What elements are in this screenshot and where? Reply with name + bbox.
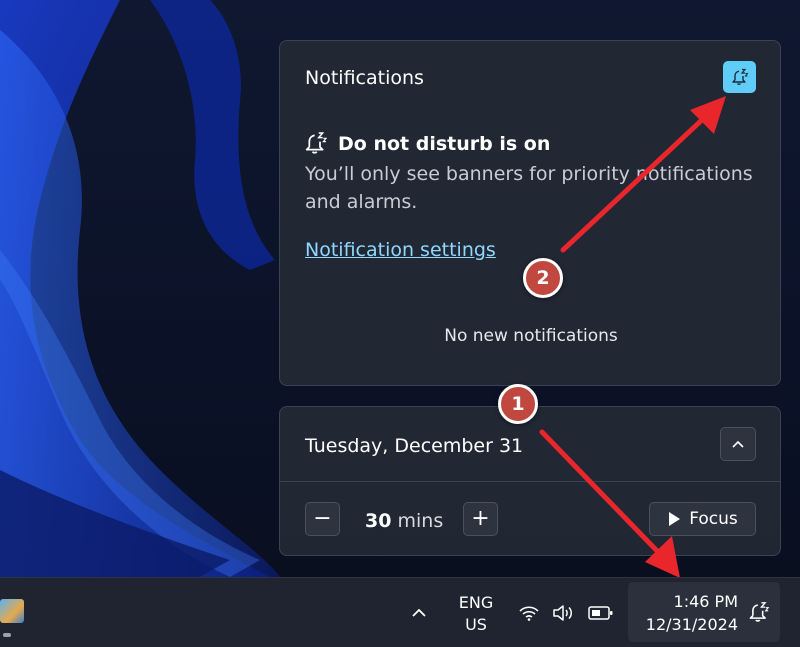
taskbar-date: 12/31/2024	[645, 615, 738, 634]
calendar-collapse-button[interactable]	[720, 427, 756, 461]
calendar-date-label: Tuesday, December 31	[305, 435, 524, 457]
quick-settings-button[interactable]	[518, 598, 620, 628]
language-code: ENG	[458, 593, 494, 612]
speaker-icon	[553, 605, 572, 621]
panel-divider	[280, 481, 780, 482]
bell-snooze-icon	[731, 68, 749, 86]
chevron-up-icon	[732, 440, 744, 448]
dnd-status-description: You’ll only see banners for priority not…	[305, 163, 753, 213]
clock-notification-button[interactable]: 1:46 PM 12/31/2024	[628, 582, 780, 642]
notifications-title: Notifications	[305, 67, 424, 89]
chevron-up-icon	[412, 608, 426, 617]
focus-duration: 30 mins	[365, 510, 443, 532]
bell-snooze-icon	[305, 132, 328, 154]
pinned-app-icon[interactable]	[0, 599, 24, 623]
step-marker-1: 1	[498, 384, 538, 424]
notification-settings-link[interactable]: Notification settings	[305, 239, 496, 261]
empty-notifications-message: No new notifications	[444, 326, 618, 346]
wifi-icon	[519, 606, 539, 621]
calendar-focus-panel: Tuesday, December 31 − 30 mins + Focus	[279, 406, 781, 556]
focus-duration-value: 30	[365, 510, 392, 532]
taskbar-time: 1:46 PM	[673, 592, 738, 611]
focus-button-label: Focus	[689, 509, 738, 529]
dnd-status-heading: Do not disturb is on	[338, 133, 551, 155]
notification-center-panel: Notifications Do not disturb is on You’l…	[279, 40, 781, 386]
battery-icon	[588, 606, 613, 620]
taskbar: ENG US 1:46 PM 12/31/2024	[0, 577, 800, 647]
tray-bell-wrapper	[746, 598, 772, 626]
focus-decrease-button[interactable]: −	[305, 502, 340, 536]
step-marker-2: 2	[523, 258, 563, 298]
show-hidden-icons-button[interactable]	[404, 598, 434, 628]
input-language-indicator[interactable]: ENG US	[452, 592, 500, 636]
focus-duration-unit: mins	[397, 510, 444, 532]
do-not-disturb-toggle-button[interactable]	[723, 61, 756, 93]
app-running-indicator	[3, 633, 11, 637]
start-focus-button[interactable]: Focus	[649, 502, 756, 536]
language-region: US	[465, 615, 487, 634]
play-icon	[669, 512, 681, 526]
bell-snooze-icon	[749, 602, 770, 622]
focus-increase-button[interactable]: +	[463, 502, 498, 536]
